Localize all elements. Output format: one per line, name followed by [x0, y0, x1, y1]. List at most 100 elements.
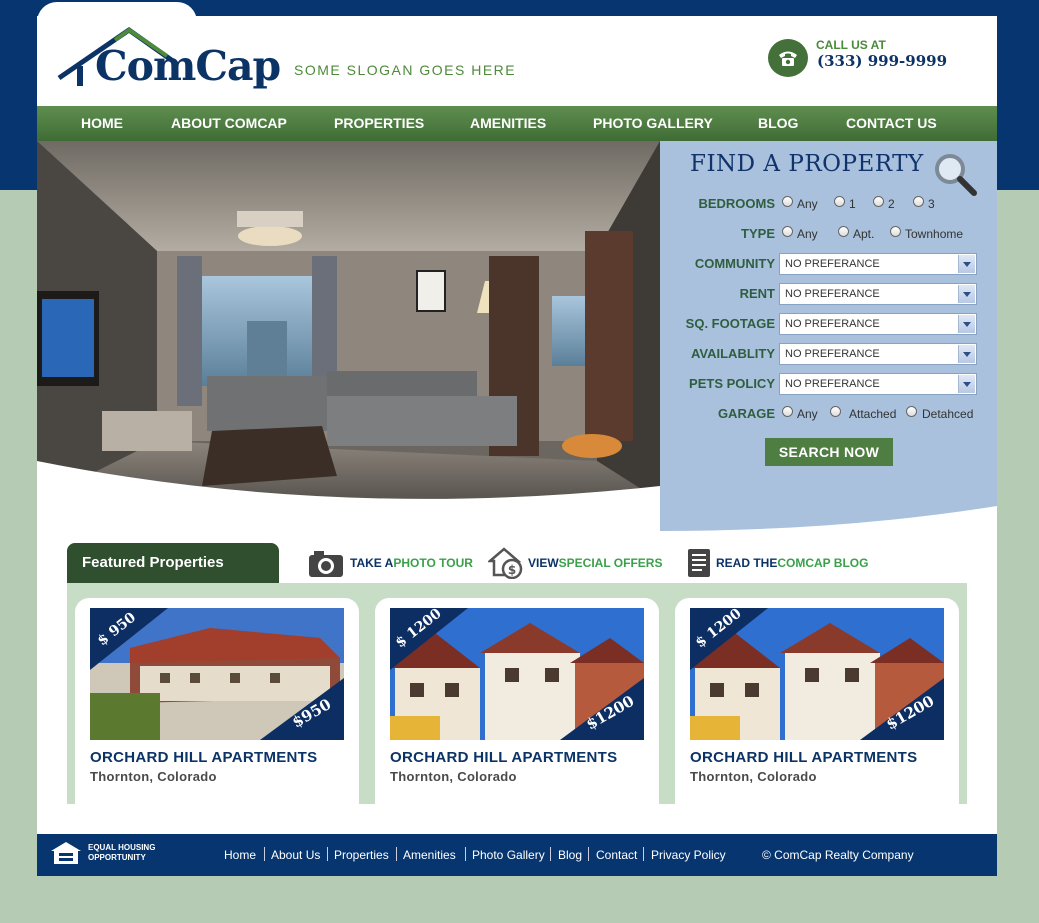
- pets-policy-value: NO PREFERANCE: [785, 378, 880, 390]
- camera-icon: [309, 551, 343, 577]
- availability-label: AVAILABLITY: [690, 346, 775, 361]
- equal-housing-icon: [51, 842, 81, 864]
- community-value: NO PREFERANCE: [785, 258, 880, 270]
- search-now-button[interactable]: SEARCH NOW: [765, 438, 893, 466]
- bedrooms-1-label: 1: [849, 197, 856, 211]
- footer-divider: [465, 847, 466, 861]
- property-card[interactable]: $ 1200 $1200 ORCHARD HILL APARTMENTS Tho…: [375, 598, 659, 804]
- property-card[interactable]: $ 1200 $1200 ORCHARD HILL APARTMENTS Tho…: [675, 598, 959, 804]
- featured-properties-tab[interactable]: Featured Properties: [67, 543, 279, 583]
- call-label: CALL US AT: [816, 38, 886, 52]
- garage-detached-label: Detahced: [922, 407, 974, 421]
- chevron-down-icon: [958, 345, 975, 363]
- photo-tour-accent: PHOTO TOUR: [393, 556, 473, 570]
- bedrooms-2-radio[interactable]: [873, 196, 884, 207]
- svg-text:$: $: [508, 563, 516, 577]
- bedrooms-3-radio[interactable]: [913, 196, 924, 207]
- bedrooms-any-radio[interactable]: [782, 196, 793, 207]
- rent-label: RENT: [739, 286, 775, 301]
- blog-accent: COMCAP BLOG: [777, 556, 869, 570]
- brand-name: ComCap: [95, 42, 281, 90]
- document-icon: [688, 549, 710, 577]
- magnifier-icon: [935, 154, 977, 196]
- blog-link[interactable]: READ THE COMCAP BLOG: [686, 546, 868, 580]
- property-photo[interactable]: $ 950 $950: [90, 608, 344, 740]
- photo-tour-pre: TAKE A: [350, 556, 394, 570]
- garage-any-radio[interactable]: [782, 406, 793, 417]
- property-title[interactable]: ORCHARD HILL APARTMENTS: [690, 749, 917, 766]
- hero-image: [37, 141, 660, 531]
- property-location: Thornton, Colorado: [90, 769, 217, 784]
- featured-properties: $ 950 $950 ORCHARD HILL APARTMENTS Thorn…: [67, 583, 967, 804]
- main-nav: HOME ABOUT COMCAP PROPERTIES AMENITIES P…: [37, 106, 997, 141]
- availability-select[interactable]: NO PREFERANCE: [779, 343, 977, 365]
- type-any-radio[interactable]: [782, 226, 793, 237]
- type-apt-label: Apt.: [853, 227, 875, 241]
- equal-housing-text: EQUAL HOUSING OPPORTUNITY: [88, 843, 155, 863]
- footer-divider: [588, 847, 589, 861]
- footer: EQUAL HOUSING OPPORTUNITY Home About Us …: [37, 834, 997, 876]
- type-townhome-radio[interactable]: [890, 226, 901, 237]
- garage-attached-radio[interactable]: [830, 406, 841, 417]
- garage-detached-radio[interactable]: [906, 406, 917, 417]
- footer-link-amenities[interactable]: Amenities: [403, 848, 456, 862]
- phone-icon: [768, 39, 808, 77]
- property-card[interactable]: $ 950 $950 ORCHARD HILL APARTMENTS Thorn…: [75, 598, 359, 804]
- special-offers-link[interactable]: $ VIEW SPECIAL OFFERS: [488, 546, 662, 580]
- availability-value: NO PREFERANCE: [785, 348, 880, 360]
- footer-link-blog[interactable]: Blog: [558, 848, 582, 862]
- type-townhome-label: Townhome: [905, 227, 964, 241]
- footer-link-contact[interactable]: Contact: [596, 848, 637, 862]
- nav-photo-gallery[interactable]: PHOTO GALLERY: [593, 106, 713, 141]
- bedrooms-1-radio[interactable]: [834, 196, 845, 207]
- footer-link-home[interactable]: Home: [224, 848, 256, 862]
- nav-amenities[interactable]: AMENITIES: [470, 106, 546, 141]
- nav-about[interactable]: ABOUT COMCAP: [171, 106, 287, 141]
- bedrooms-label: BEDROOMS: [698, 196, 775, 211]
- nav-properties[interactable]: PROPERTIES: [334, 106, 424, 141]
- type-any-label: Any: [797, 227, 818, 241]
- type-apt-radio[interactable]: [838, 226, 849, 237]
- sq-footage-select[interactable]: NO PREFERANCE: [779, 313, 977, 335]
- copyright: © ComCap Realty Company: [762, 848, 914, 862]
- property-title[interactable]: ORCHARD HILL APARTMENTS: [390, 749, 617, 766]
- special-offers-pre: VIEW: [528, 556, 559, 570]
- sq-footage-value: NO PREFERANCE: [785, 318, 880, 330]
- photo-tour-link[interactable]: TAKE A PHOTO TOUR: [308, 546, 473, 580]
- chevron-down-icon: [958, 315, 975, 333]
- footer-divider: [327, 847, 328, 861]
- property-finder: FIND A PROPERTY BEDROOMS Any 1 2 3 TYPE …: [660, 141, 997, 531]
- finder-title: FIND A PROPERTY: [690, 151, 924, 177]
- chevron-down-icon: [958, 285, 975, 303]
- phone-number[interactable]: (333) 999-9999: [817, 52, 947, 70]
- page: ComCap SOME SLOGAN GOES HERE CALL US AT …: [37, 16, 997, 876]
- rent-value: NO PREFERANCE: [785, 288, 880, 300]
- property-location: Thornton, Colorado: [690, 769, 817, 784]
- nav-blog[interactable]: BLOG: [758, 106, 798, 141]
- pets-policy-label: PETS POLICY: [689, 376, 775, 391]
- finder-curve: [660, 506, 997, 533]
- garage-any-label: Any: [797, 407, 818, 421]
- garage-label: GARAGE: [717, 406, 775, 421]
- nav-contact[interactable]: CONTACT US: [846, 106, 937, 141]
- slogan: SOME SLOGAN GOES HERE: [294, 62, 517, 78]
- footer-divider: [643, 847, 644, 861]
- footer-divider: [550, 847, 551, 861]
- type-label: TYPE: [741, 226, 775, 241]
- nav-home[interactable]: HOME: [81, 106, 123, 141]
- community-select[interactable]: NO PREFERANCE: [779, 253, 977, 275]
- eho-line-2: OPPORTUNITY: [88, 853, 146, 862]
- footer-link-properties[interactable]: Properties: [334, 848, 389, 862]
- footer-link-gallery[interactable]: Photo Gallery: [472, 848, 545, 862]
- footer-link-privacy[interactable]: Privacy Policy: [651, 848, 726, 862]
- property-title[interactable]: ORCHARD HILL APARTMENTS: [90, 749, 317, 766]
- garage-attached-label: Attached: [849, 407, 897, 421]
- property-photo[interactable]: $ 1200 $1200: [690, 608, 944, 740]
- pets-policy-select[interactable]: NO PREFERANCE: [779, 373, 977, 395]
- rent-select[interactable]: NO PREFERANCE: [779, 283, 977, 305]
- property-photo[interactable]: $ 1200 $1200: [390, 608, 644, 740]
- house-dollar-icon: $: [488, 547, 523, 579]
- eho-line-1: EQUAL HOUSING: [88, 843, 156, 852]
- footer-link-about[interactable]: About Us: [271, 848, 320, 862]
- bedrooms-any-label: Any: [797, 197, 818, 211]
